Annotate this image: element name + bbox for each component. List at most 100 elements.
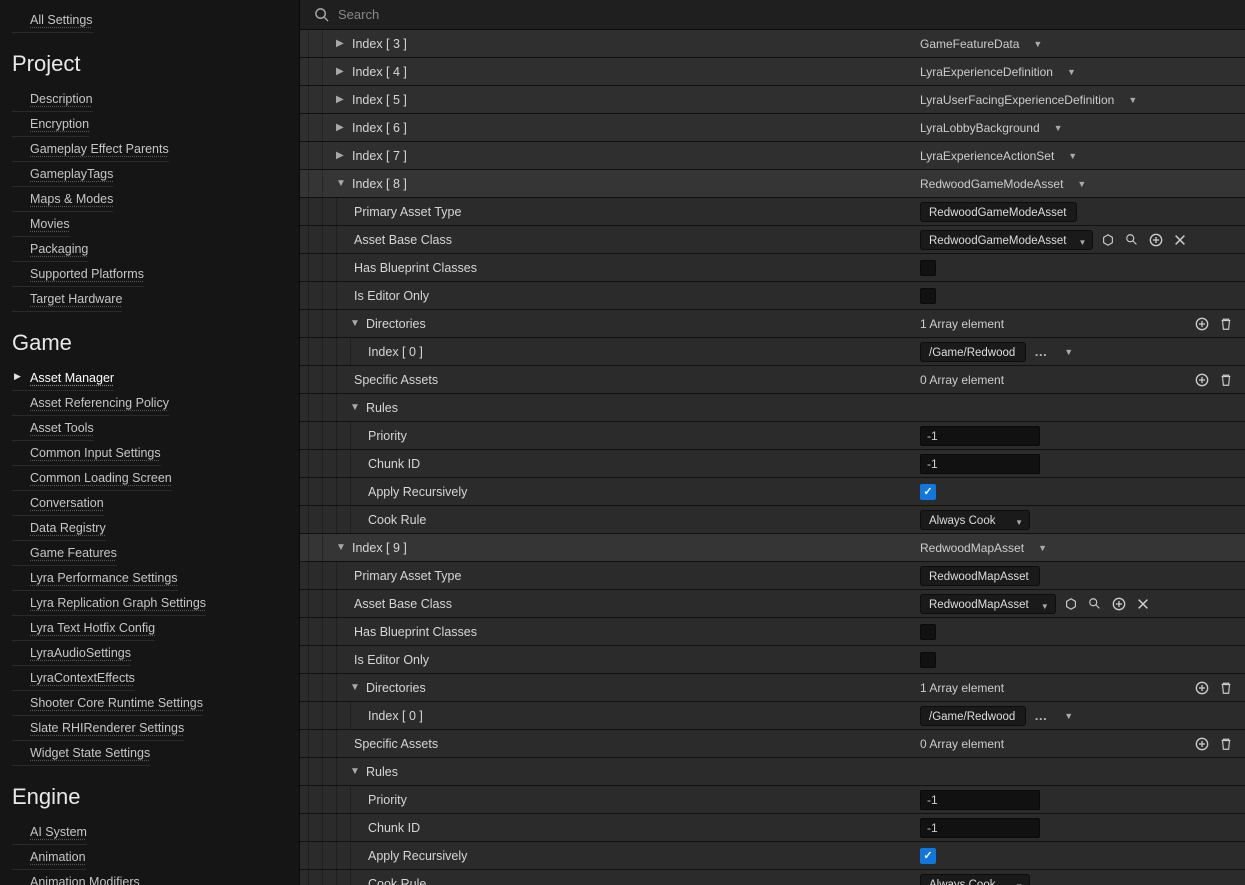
sidebar-item-packaging[interactable]: Packaging <box>12 237 88 262</box>
browse-icon[interactable] <box>1123 231 1141 249</box>
array-index-row: Index [ 9 ] RedwoodMapAsset ▼ <box>300 534 1245 562</box>
chevron-down-icon[interactable]: ▼ <box>1064 347 1073 357</box>
add-icon[interactable] <box>1147 231 1165 249</box>
index-value: LyraLobbyBackground <box>920 121 1040 135</box>
chevron-down-icon[interactable]: ▼ <box>1038 543 1047 553</box>
sidebar-item-shooter-core-runtime-settings[interactable]: Shooter Core Runtime Settings <box>12 691 203 716</box>
sidebar-item-description[interactable]: Description <box>12 87 93 112</box>
add-element-icon[interactable] <box>1193 735 1211 753</box>
is-editor-only-checkbox[interactable] <box>920 288 936 304</box>
sidebar-item-movies[interactable]: Movies <box>12 212 70 237</box>
empty-array-icon[interactable] <box>1217 679 1235 697</box>
empty-array-icon[interactable] <box>1217 371 1235 389</box>
collapse-arrow-icon[interactable] <box>336 542 348 553</box>
expand-arrow-icon[interactable] <box>336 94 348 105</box>
sidebar-all-settings[interactable]: All Settings <box>12 8 93 33</box>
sidebar-item-asset-manager[interactable]: Asset Manager <box>12 366 114 391</box>
use-selected-icon[interactable] <box>1062 595 1080 613</box>
browse-icon[interactable] <box>1086 595 1104 613</box>
sidebar-item-lyracontexteffects[interactable]: LyraContextEffects <box>12 666 135 691</box>
apply-recursively-checkbox[interactable] <box>920 484 936 500</box>
empty-array-icon[interactable] <box>1217 735 1235 753</box>
property-label: Is Editor Only <box>354 289 429 303</box>
asset-base-class-dropdown[interactable]: RedwoodMapAsset▼ <box>920 594 1056 614</box>
sidebar-item-lyra-replication-graph-settings[interactable]: Lyra Replication Graph Settings <box>12 591 206 616</box>
is-editor-only-checkbox[interactable] <box>920 652 936 668</box>
collapse-arrow-icon[interactable] <box>350 402 362 413</box>
collapse-arrow-icon[interactable] <box>350 682 362 693</box>
browse-path-icon[interactable]: … <box>1032 343 1050 361</box>
sidebar-item-animation[interactable]: Animation <box>12 845 86 870</box>
primary-asset-type-field[interactable]: RedwoodGameModeAsset <box>920 202 1077 222</box>
chevron-down-icon[interactable]: ▼ <box>1067 67 1076 77</box>
sidebar-item-lyraaudiosettings[interactable]: LyraAudioSettings <box>12 641 131 666</box>
array-index-row: Index [ 8 ] RedwoodGameModeAsset ▼ <box>300 170 1245 198</box>
index-value: LyraExperienceActionSet <box>920 149 1054 163</box>
sidebar-item-widget-state-settings[interactable]: Widget State Settings <box>12 741 150 766</box>
priority-input[interactable] <box>920 790 1040 810</box>
sidebar-item-gameplay-effect-parents[interactable]: Gameplay Effect Parents <box>12 137 169 162</box>
property-label: Chunk ID <box>368 821 420 835</box>
property-row-has-blueprint-classes: Has Blueprint Classes <box>300 618 1245 646</box>
array-index-row: Index [ 3 ] GameFeatureData ▼ <box>300 30 1245 58</box>
search-input[interactable] <box>338 7 1245 22</box>
add-element-icon[interactable] <box>1193 371 1211 389</box>
expand-arrow-icon[interactable] <box>336 66 348 77</box>
chevron-down-icon[interactable]: ▼ <box>1068 151 1077 161</box>
collapse-arrow-icon[interactable] <box>336 178 348 189</box>
cook-rule-dropdown[interactable]: Always Cook▼ <box>920 510 1030 530</box>
clear-icon[interactable] <box>1134 595 1152 613</box>
has-blueprint-classes-checkbox[interactable] <box>920 260 936 276</box>
expand-arrow-icon[interactable] <box>336 150 348 161</box>
add-element-icon[interactable] <box>1193 679 1211 697</box>
property-row-asset-base-class: Asset Base Class RedwoodMapAsset▼ <box>300 590 1245 618</box>
expand-arrow-icon[interactable] <box>336 122 348 133</box>
sidebar-item-slate-rhirenderer-settings[interactable]: Slate RHIRenderer Settings <box>12 716 184 741</box>
sidebar-item-data-registry[interactable]: Data Registry <box>12 516 106 541</box>
index-label: Index [ 7 ] <box>352 149 407 163</box>
chevron-down-icon[interactable]: ▼ <box>1033 39 1042 49</box>
sidebar-item-common-input-settings[interactable]: Common Input Settings <box>12 441 161 466</box>
sidebar-item-maps-modes[interactable]: Maps & Modes <box>12 187 113 212</box>
collapse-arrow-icon[interactable] <box>350 318 362 329</box>
clear-icon[interactable] <box>1171 231 1189 249</box>
sidebar-item-asset-tools[interactable]: Asset Tools <box>12 416 94 441</box>
sidebar-item-common-loading-screen[interactable]: Common Loading Screen <box>12 466 172 491</box>
sidebar-item-supported-platforms[interactable]: Supported Platforms <box>12 262 144 287</box>
has-blueprint-classes-checkbox[interactable] <box>920 624 936 640</box>
collapse-arrow-icon[interactable] <box>350 766 362 777</box>
chevron-down-icon[interactable]: ▼ <box>1128 95 1137 105</box>
cook-rule-dropdown[interactable]: Always Cook▼ <box>920 874 1030 885</box>
property-row-primary-asset-type: Primary Asset Type RedwoodMapAsset <box>300 562 1245 590</box>
directory-path-field[interactable]: /Game/Redwood <box>920 342 1026 362</box>
chunk-id-input[interactable] <box>920 818 1040 838</box>
sidebar-item-asset-referencing-policy[interactable]: Asset Referencing Policy <box>12 391 169 416</box>
sidebar-item-target-hardware[interactable]: Target Hardware <box>12 287 122 312</box>
add-icon[interactable] <box>1110 595 1128 613</box>
sidebar-item-encryption[interactable]: Encryption <box>12 112 89 137</box>
chevron-down-icon[interactable]: ▼ <box>1064 711 1073 721</box>
sidebar-item-ai-system[interactable]: AI System <box>12 820 87 845</box>
browse-path-icon[interactable]: … <box>1032 707 1050 725</box>
expand-arrow-icon[interactable] <box>336 38 348 49</box>
add-element-icon[interactable] <box>1193 315 1211 333</box>
chunk-id-input[interactable] <box>920 454 1040 474</box>
search-icon <box>314 7 329 22</box>
sidebar-item-gameplaytags[interactable]: GameplayTags <box>12 162 113 187</box>
property-label: Priority <box>368 429 407 443</box>
apply-recursively-checkbox[interactable] <box>920 848 936 864</box>
sidebar-item-lyra-text-hotfix-config[interactable]: Lyra Text Hotfix Config <box>12 616 155 641</box>
sidebar-item-lyra-performance-settings[interactable]: Lyra Performance Settings <box>12 566 178 591</box>
property-label: Rules <box>366 401 398 415</box>
use-selected-icon[interactable] <box>1099 231 1117 249</box>
sidebar-item-animation-modifiers[interactable]: Animation Modifiers <box>12 870 140 885</box>
asset-base-class-dropdown[interactable]: RedwoodGameModeAsset▼ <box>920 230 1093 250</box>
priority-input[interactable] <box>920 426 1040 446</box>
sidebar-item-conversation[interactable]: Conversation <box>12 491 104 516</box>
empty-array-icon[interactable] <box>1217 315 1235 333</box>
directory-path-field[interactable]: /Game/Redwood <box>920 706 1026 726</box>
sidebar-item-game-features[interactable]: Game Features <box>12 541 117 566</box>
primary-asset-type-field[interactable]: RedwoodMapAsset <box>920 566 1040 586</box>
chevron-down-icon[interactable]: ▼ <box>1077 179 1086 189</box>
chevron-down-icon[interactable]: ▼ <box>1054 123 1063 133</box>
